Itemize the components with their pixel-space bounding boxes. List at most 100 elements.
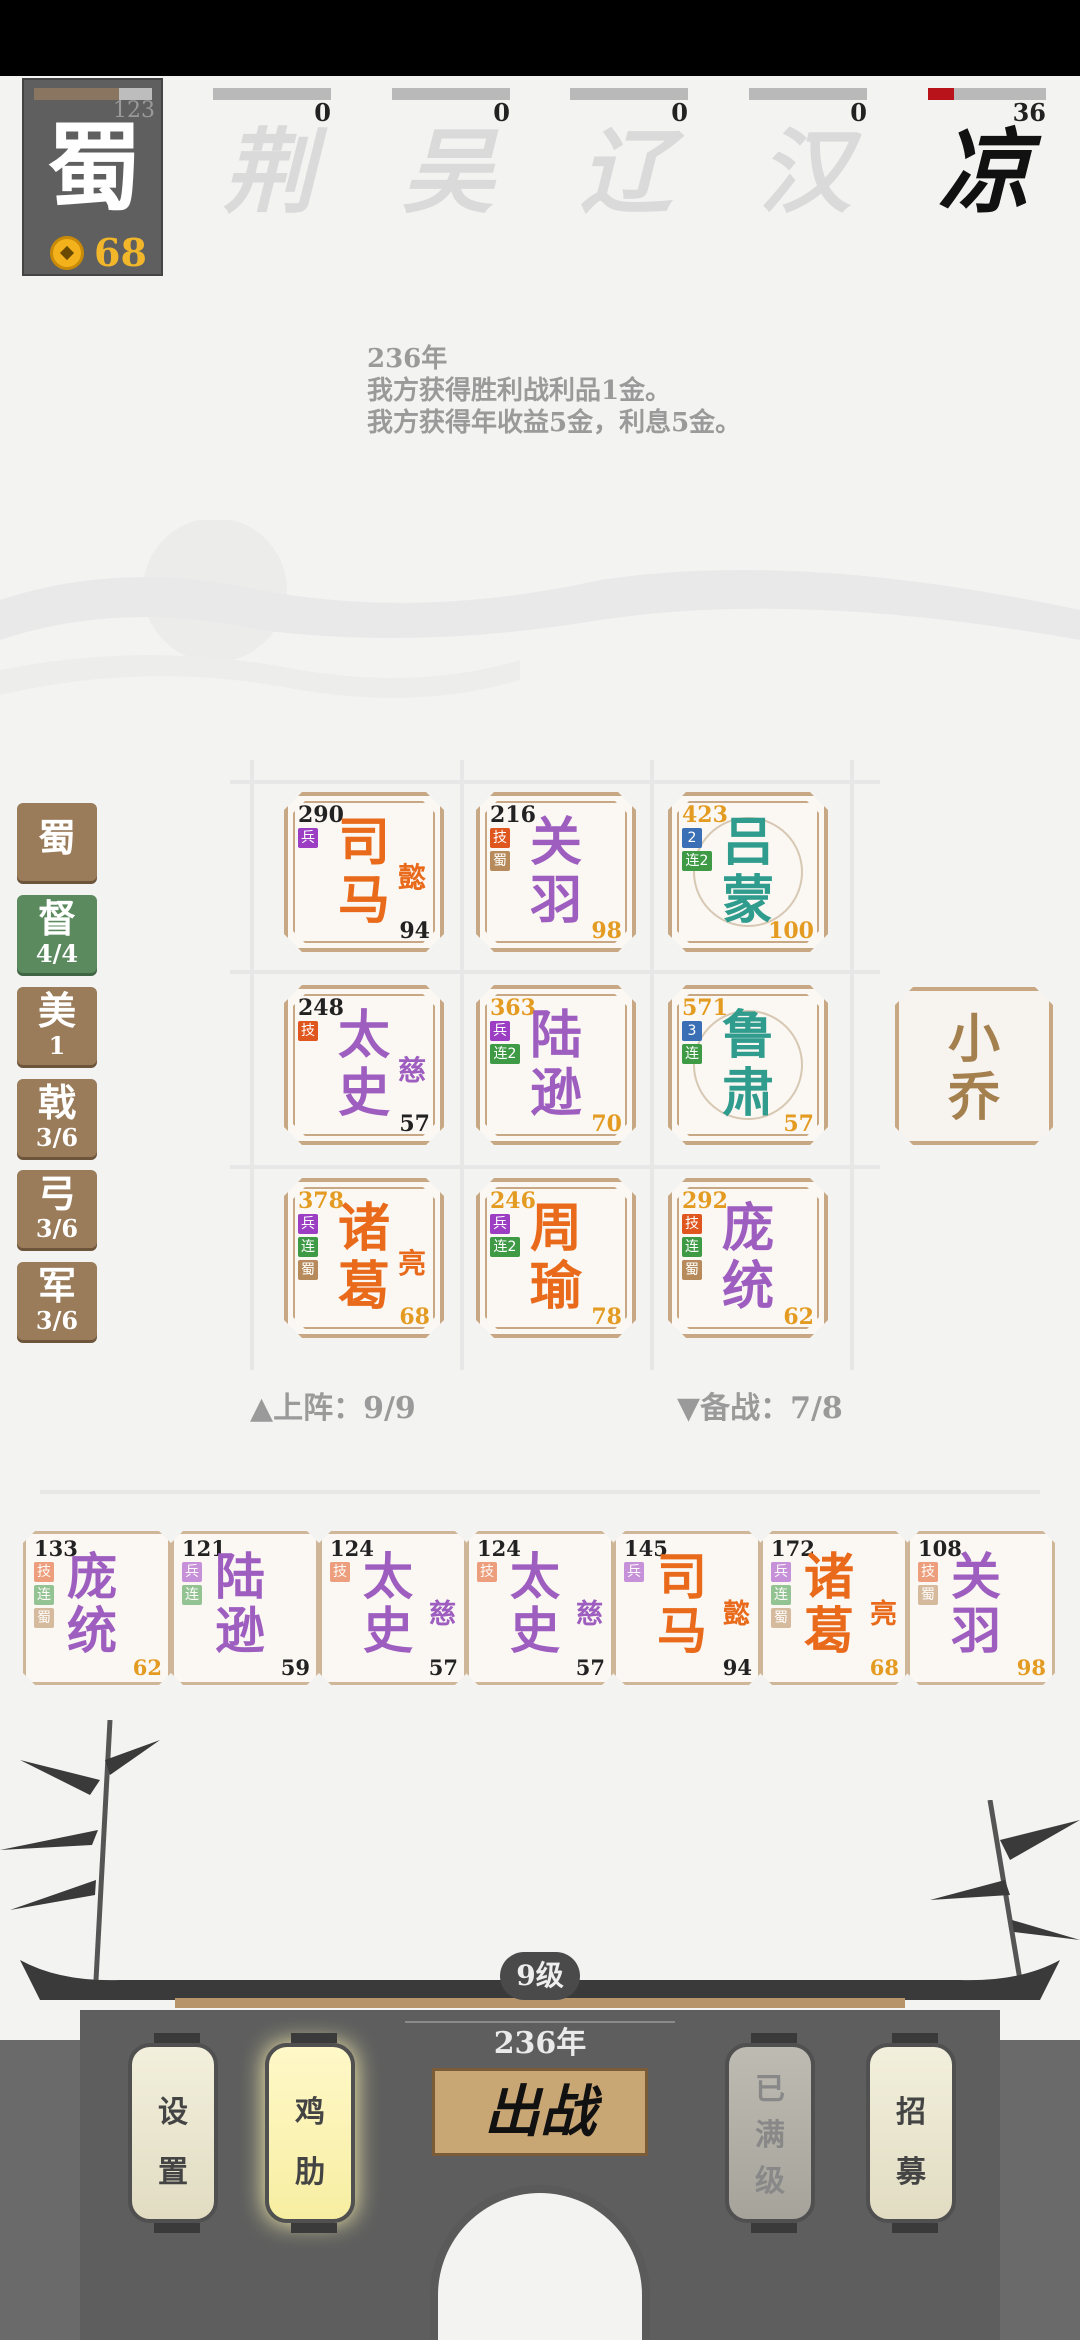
enemy-name: 吴 (402, 118, 495, 226)
card-name: 太史 (363, 1547, 413, 1660)
badge-lian: 连 (34, 1585, 54, 1605)
card-name: 陆逊 (529, 1005, 582, 1124)
board-grid-line (230, 970, 880, 974)
board-grid-line (850, 760, 854, 1370)
fight-label: 出战 (484, 2079, 596, 2145)
general-card-zhuge[interactable]: 378 兵 连 蜀 诸葛 亮 68 (284, 1178, 444, 1338)
player-level-badge: 9级 (500, 1952, 580, 2000)
synergy-count: 3/6 (35, 1214, 79, 1243)
card-name-suffix: 慈 (397, 1054, 426, 1087)
bench-card-taishi[interactable]: 124 技 太史 慈 57 (319, 1531, 467, 1685)
enemy-faction-han[interactable]: 0 汉 (749, 88, 867, 228)
badge-rank: 3 (682, 1021, 702, 1041)
rib-button[interactable]: 鸡肋 (265, 2033, 355, 2233)
card-name: 周瑜 (529, 1198, 582, 1317)
log-line: 我方获得胜利战利品1金。 (367, 376, 672, 406)
card-badges: 技 连 蜀 (682, 1214, 704, 1283)
general-card-luxun[interactable]: 363 兵 连2 陆逊 70 (476, 985, 636, 1145)
log-line: 236年 (367, 344, 448, 374)
gold-coin-icon (50, 236, 84, 270)
enemy-name: 荆 (223, 118, 316, 226)
card-name: 司马 (657, 1547, 707, 1660)
general-card-pangtong[interactable]: 292 技 连 蜀 庞统 62 (668, 1178, 828, 1338)
enemy-name: 凉 (938, 118, 1031, 226)
card-name: 太史 (337, 1005, 390, 1124)
general-card-lvmeng[interactable]: 423 2 连2 吕蒙 100 (668, 792, 828, 952)
max-level-button[interactable]: 已满级 (725, 2033, 815, 2233)
card-badges: 兵 连 (182, 1562, 204, 1608)
card-level: 98 (591, 918, 622, 944)
card-badges: 3 连 (682, 1021, 704, 1067)
synergy-tag-du[interactable]: 督 4/4 (17, 895, 97, 973)
synergy-tag-ji[interactable]: 戟 3/6 (17, 1079, 97, 1157)
synergy-tag-jun[interactable]: 军 3/6 (17, 1262, 97, 1340)
card-name: 关羽 (951, 1547, 1001, 1660)
fight-button[interactable]: 出战 (432, 2068, 648, 2156)
bench-card-pangtong[interactable]: 133 技 连 蜀 庞统 62 (23, 1531, 171, 1685)
enemy-faction-jing[interactable]: 0 荆 (213, 88, 331, 228)
synergy-count: 4/4 (35, 939, 79, 968)
card-level: 100 (768, 918, 814, 944)
enemy-bar (749, 88, 867, 100)
player-gold: 68 (94, 230, 147, 275)
card-name: 吕蒙 (721, 812, 774, 931)
synergy-count: 3/6 (35, 1306, 79, 1335)
synergy-title: 戟 (37, 1080, 76, 1125)
enemy-name: 汉 (759, 118, 852, 226)
synergy-tag-gong[interactable]: 弓 3/6 (17, 1170, 97, 1248)
enemy-value: 0 (850, 98, 867, 127)
enemy-faction-liao[interactable]: 0 辽 (570, 88, 688, 228)
player-faction-panel[interactable]: 123 蜀 68 (22, 78, 163, 276)
enemy-faction-liang[interactable]: 36 凉 (928, 88, 1046, 228)
card-level: 59 (280, 1655, 310, 1680)
synergy-title: 美 (37, 988, 76, 1033)
standby-count: ▼备战：7/8 (677, 1391, 843, 1426)
bench-card-sima[interactable]: 145 兵 司马 懿 94 (613, 1531, 761, 1685)
general-card-zhouyu[interactable]: 246 兵 连2 周瑜 78 (476, 1178, 636, 1338)
card-level: 62 (783, 1304, 814, 1330)
bench-card-guanyu[interactable]: 108 技 蜀 关羽 98 (907, 1531, 1055, 1685)
badge-ji: 技 (298, 1021, 318, 1041)
card-name: 诸葛 (804, 1547, 854, 1660)
card-level: 94 (399, 918, 430, 944)
badge-lian: 连 (182, 1585, 202, 1605)
badge-shu: 蜀 (918, 1585, 938, 1605)
card-level: 68 (869, 1655, 899, 1680)
synergy-title: 督 (37, 896, 76, 941)
board-grid-line (650, 760, 654, 1370)
card-name-suffix: 懿 (723, 1599, 750, 1630)
enemy-value: 0 (671, 98, 688, 127)
board-grid-line (230, 780, 880, 784)
settings-label: 设置 (158, 2095, 188, 2190)
synergy-tag-shu[interactable]: 蜀 (17, 803, 97, 881)
badge-rank: 2 (682, 828, 702, 848)
enemy-faction-wu[interactable]: 0 吴 (392, 88, 510, 228)
bench-card-zhuge[interactable]: 172 兵 连 蜀 诸葛 亮 68 (760, 1531, 908, 1685)
enemy-bar-fill (928, 88, 954, 100)
settings-button[interactable]: 设置 (128, 2033, 218, 2233)
log-line: 我方获得年收益5金，利息5金。 (367, 408, 742, 438)
general-card-taishi[interactable]: 248 技 太史 慈 57 (284, 985, 444, 1145)
max-level-label: 已满级 (755, 2072, 785, 2199)
badge-ji: 技 (918, 1562, 938, 1582)
reserve-card-xiaoqiao[interactable]: 小乔 (895, 987, 1053, 1145)
synergy-tag-mei[interactable]: 美 1 (17, 987, 97, 1065)
synergy-title: 弓 (37, 1171, 76, 1216)
general-card-guanyu[interactable]: 216 技 蜀 关羽 98 (476, 792, 636, 952)
synergy-count: 3/6 (35, 1123, 79, 1152)
badge-ji: 技 (477, 1562, 497, 1582)
bamboo-right-decoration (930, 1800, 1080, 1980)
general-card-lusu[interactable]: 571 3 连 鲁肃 57 (668, 985, 828, 1145)
badge-shu: 蜀 (682, 1260, 702, 1280)
card-badges: 技 蜀 (918, 1562, 940, 1608)
badge-bing: 兵 (490, 1214, 510, 1234)
bench-card-taishi-2[interactable]: 124 技 太史 慈 57 (466, 1531, 614, 1685)
card-name: 关羽 (529, 812, 582, 931)
card-badges: 兵 连 蜀 (771, 1562, 793, 1631)
recruit-button[interactable]: 招募 (866, 2033, 956, 2233)
battle-log: 236年 我方获得胜利战利品1金。 我方获得年收益5金，利息5金。 (367, 343, 741, 439)
general-card-sima[interactable]: 290 兵 司马 懿 94 (284, 792, 444, 952)
deployed-count: ▲上阵：9/9 (250, 1391, 416, 1426)
bench-card-luxun[interactable]: 121 兵 连 陆逊 59 (171, 1531, 319, 1685)
synergy-title: 蜀 (37, 815, 76, 860)
